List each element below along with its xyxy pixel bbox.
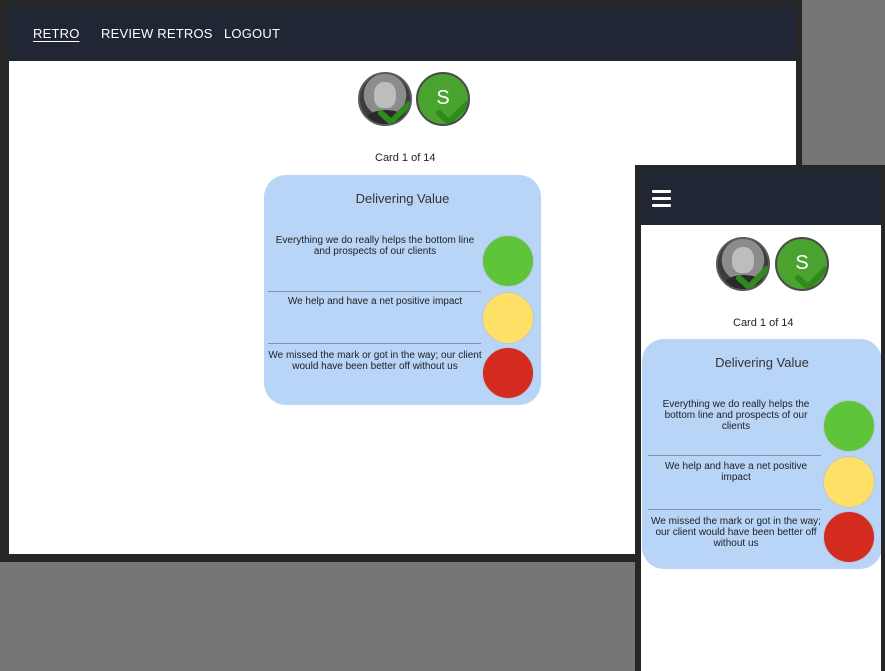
check-icon <box>378 101 410 124</box>
option-divider <box>648 509 821 510</box>
participant-avatar-photo <box>716 237 770 291</box>
participant-avatar-initial: S <box>416 72 470 126</box>
card-title: Delivering Value <box>715 355 809 370</box>
option-text-green: Everything we do really helps the bottom… <box>275 235 475 257</box>
option-text-red: We missed the mark or got in the way; ou… <box>651 516 821 549</box>
retro-card: Delivering Value Everything we do really… <box>642 339 881 569</box>
nav-review-retros-link[interactable]: REVIEW RETROS <box>101 26 213 41</box>
vote-red-button[interactable] <box>823 511 875 563</box>
option-divider <box>268 291 481 292</box>
vote-green-button[interactable] <box>482 235 534 287</box>
option-text-yellow: We help and have a net positive impact <box>287 296 463 307</box>
participant-avatar-photo <box>358 72 412 126</box>
option-divider <box>268 343 481 344</box>
card-title: Delivering Value <box>355 191 450 206</box>
card-counter: Card 1 of 14 <box>733 317 794 329</box>
card-counter: Card 1 of 14 <box>375 152 436 164</box>
check-icon <box>795 266 827 289</box>
participant-avatar-initial: S <box>775 237 829 291</box>
mobile-navbar <box>641 171 881 225</box>
vote-yellow-button[interactable] <box>823 456 875 508</box>
top-navbar: RETRO REVIEW RETROS LOGOUT <box>9 5 796 61</box>
vote-green-button[interactable] <box>823 400 875 452</box>
option-divider <box>648 455 821 456</box>
vote-yellow-button[interactable] <box>482 292 534 344</box>
hamburger-menu-icon[interactable] <box>652 190 671 207</box>
option-text-green: Everything we do really helps the bottom… <box>662 399 810 432</box>
check-icon <box>736 266 768 289</box>
vote-red-button[interactable] <box>482 347 534 399</box>
option-text-red: We missed the mark or got in the way; ou… <box>268 350 482 372</box>
option-text-yellow: We help and have a net positive impact <box>664 461 808 483</box>
nav-retro-link[interactable]: RETRO <box>33 26 80 41</box>
check-icon <box>436 101 468 124</box>
mobile-view: S Card 1 of 14 Delivering Value Everythi… <box>641 171 881 671</box>
retro-card: Delivering Value Everything we do really… <box>264 175 541 405</box>
nav-logout-link[interactable]: LOGOUT <box>224 26 280 41</box>
